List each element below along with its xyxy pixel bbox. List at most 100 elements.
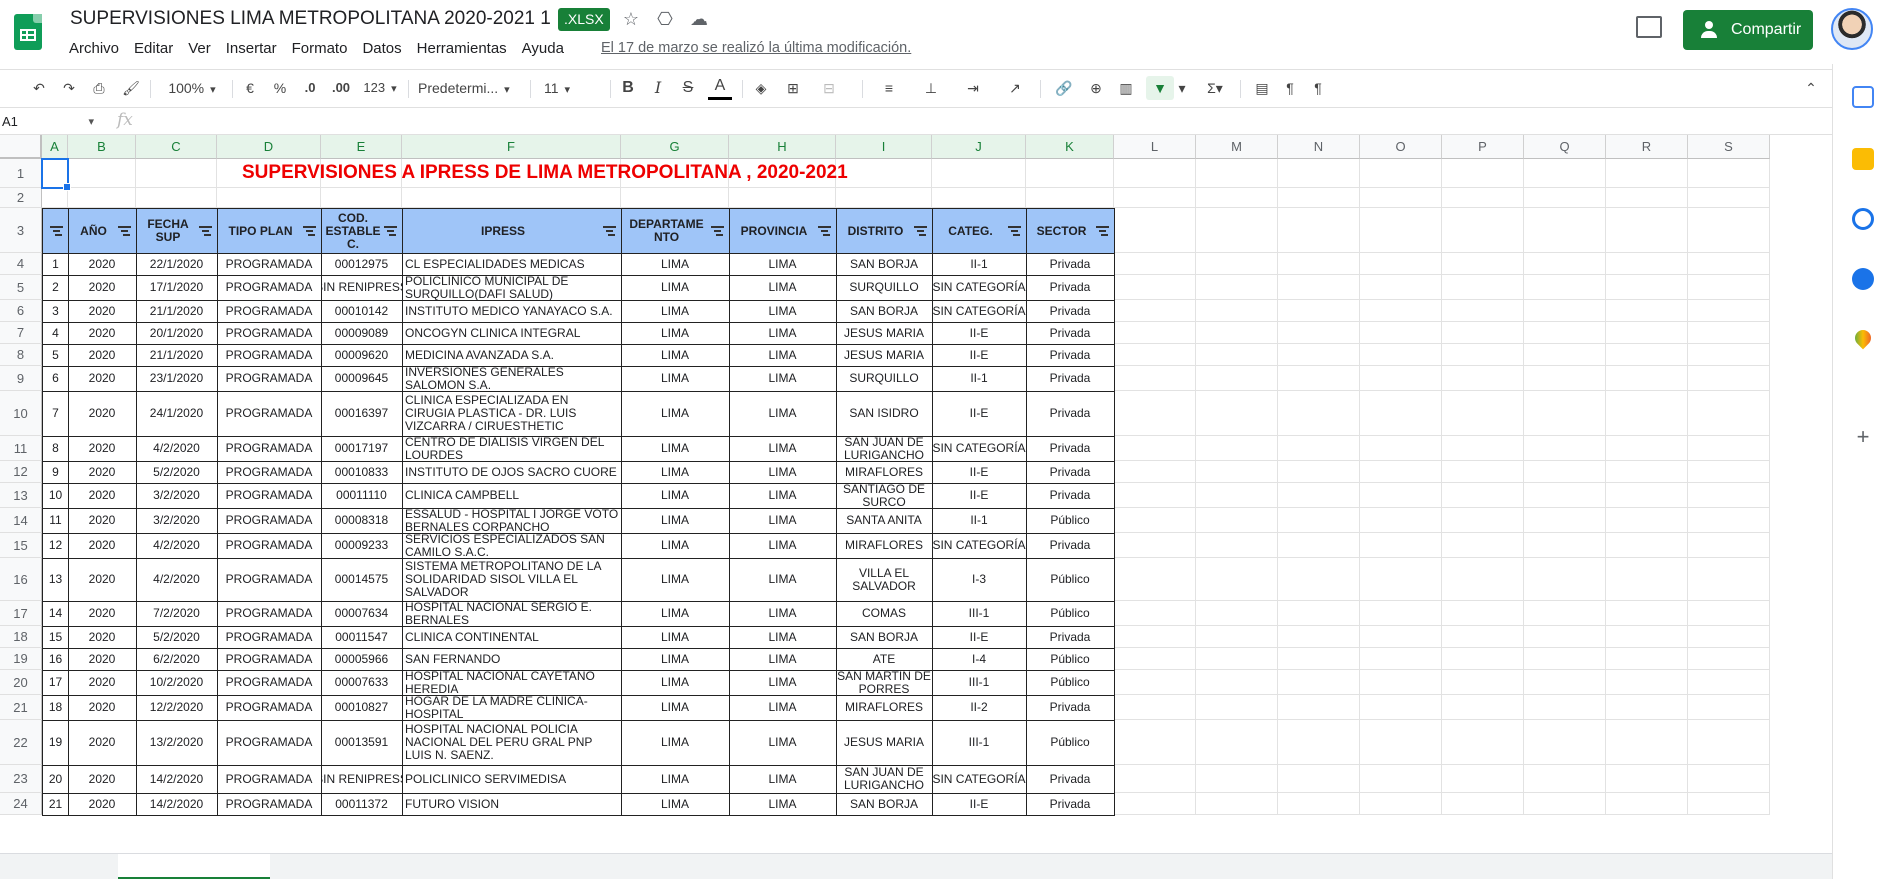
row-header-23[interactable]: 23 [0,765,42,793]
table-cell[interactable]: PROGRAMADA [217,300,322,323]
row-header-2[interactable]: 2 [0,188,42,208]
column-filter-icon[interactable] [50,226,63,236]
row-header-18[interactable]: 18 [0,626,42,648]
table-cell[interactable]: CENTRO DE DIALISIS VIRGEN DEL LOURDES [402,436,622,462]
table-cell[interactable]: 21 [42,793,69,816]
table-cell[interactable]: 00007634 [321,601,403,627]
add-addon-icon[interactable]: + [1852,426,1874,448]
table-cell[interactable]: 00017197 [321,436,403,462]
table-cell[interactable]: SURQUILLO [836,275,933,301]
grid-cell[interactable] [1360,436,1442,461]
grid-cell[interactable] [1442,275,1524,300]
grid-cell[interactable] [1114,720,1196,765]
grid-cell[interactable] [1688,366,1770,391]
table-cell[interactable]: Privada [1026,391,1115,437]
table-cell[interactable]: II-E [932,793,1027,816]
table-cell[interactable]: PROGRAMADA [217,720,322,766]
grid-cell[interactable] [1114,508,1196,533]
row-header-5[interactable]: 5 [0,275,42,300]
italic-icon[interactable]: I [648,76,668,100]
table-cell[interactable]: LIMA [621,533,730,559]
row-header-7[interactable]: 7 [0,322,42,344]
grid-cell[interactable] [1278,366,1360,391]
grid-cell[interactable] [217,188,321,208]
keep-icon[interactable] [1852,148,1874,170]
increase-decimal-button[interactable]: .00 [328,76,354,100]
grid-cell[interactable] [1196,508,1278,533]
table-cell[interactable]: SISTEMA METROPOLITANO DE LA SOLIDARIDAD … [402,558,622,602]
grid-cell[interactable] [1688,344,1770,366]
grid-cell[interactable] [1606,626,1688,648]
grid-cell[interactable] [1114,188,1196,208]
calendar-icon[interactable] [1852,86,1874,108]
table-cell[interactable]: 4/2/2020 [136,533,218,559]
active-cell-a1[interactable] [41,158,71,191]
table-cell[interactable]: LIMA [621,695,730,721]
grid-cell[interactable] [1114,461,1196,483]
table-cell[interactable]: 6/2/2020 [136,648,218,671]
table-cell[interactable]: INSTITUTO MEDICO YANAYACO S.A. [402,300,622,323]
grid-cell[interactable] [1606,793,1688,815]
table-cell[interactable]: LIMA [621,483,730,509]
table-cell[interactable]: PROGRAMADA [217,366,322,392]
grid-cell[interactable] [1688,391,1770,436]
table-cell[interactable]: 2020 [68,253,137,276]
table-cell[interactable]: VILLA EL SALVADOR [836,558,933,602]
grid-cell[interactable] [1688,208,1770,253]
table-cell[interactable]: 2020 [68,508,137,534]
table-cell[interactable]: 5/2/2020 [136,461,218,484]
row-header-12[interactable]: 12 [0,461,42,483]
table-cell[interactable]: 12/2/2020 [136,695,218,721]
star-icon[interactable]: ☆ [620,8,642,30]
table-cell[interactable]: Privada [1026,366,1115,392]
column-filter-icon[interactable] [818,226,831,236]
table-cell[interactable]: SAN JUAN DE LURIGANCHO [836,436,933,462]
table-cell[interactable]: LIMA [729,483,837,509]
grid-cell[interactable] [1606,436,1688,461]
table-cell[interactable]: 1 [42,253,69,276]
name-box[interactable]: A1 [0,111,98,133]
table-cell[interactable]: MEDICINA AVANZADA S.A. [402,344,622,367]
table-cell[interactable]: II-E [932,322,1027,345]
row-header-15[interactable]: 15 [0,533,42,558]
table-cell[interactable]: INSTITUTO DE OJOS SACRO CUORE [402,461,622,484]
table-cell[interactable]: 00013591 [321,720,403,766]
grid-cell[interactable] [1196,670,1278,695]
table-cell[interactable]: LIMA [621,436,730,462]
collapse-toolbar-icon[interactable]: ⌃ [1800,76,1822,100]
table-cell[interactable]: PROGRAMADA [217,533,322,559]
table-cell[interactable]: 20/1/2020 [136,322,218,345]
table-cell[interactable]: LIMA [729,720,837,766]
table-cell[interactable]: 2020 [68,436,137,462]
table-cell[interactable]: LIMA [621,601,730,627]
grid-cell[interactable] [1688,159,1770,188]
grid-cell[interactable] [1442,508,1524,533]
grid-cell[interactable] [932,188,1026,208]
table-cell[interactable]: LIMA [621,366,730,392]
table-cell[interactable]: SIN CATEGORÍA [932,300,1027,323]
row-header-17[interactable]: 17 [0,601,42,626]
grid-cell[interactable] [1524,533,1606,558]
table-cell[interactable]: II-E [932,461,1027,484]
table-cell[interactable]: 11 [42,508,69,534]
table-cell[interactable]: 23/1/2020 [136,366,218,392]
menu-ver[interactable]: Ver [188,38,218,59]
table-cell[interactable]: 00014575 [321,558,403,602]
table-cell[interactable]: LIMA [729,344,837,367]
table-cell[interactable]: 21/1/2020 [136,344,218,367]
column-filter-icon[interactable] [199,226,212,236]
table-cell[interactable]: Privada [1026,695,1115,721]
table-cell[interactable]: 00011110 [321,483,403,509]
grid-cell[interactable] [1524,159,1606,188]
grid-cell[interactable] [1606,670,1688,695]
grid-cell[interactable] [1278,253,1360,275]
grid-cell[interactable] [1688,188,1770,208]
table-cell[interactable]: LIMA [729,461,837,484]
grid-cell[interactable] [1196,322,1278,344]
grid-cell[interactable] [1442,720,1524,765]
grid-cell[interactable] [1114,253,1196,275]
grid-cell[interactable] [1278,670,1360,695]
table-cell[interactable]: SURQUILLO [836,366,933,392]
font-family-select[interactable]: Predetermi... [418,76,522,100]
column-header-h[interactable]: H [729,135,836,159]
